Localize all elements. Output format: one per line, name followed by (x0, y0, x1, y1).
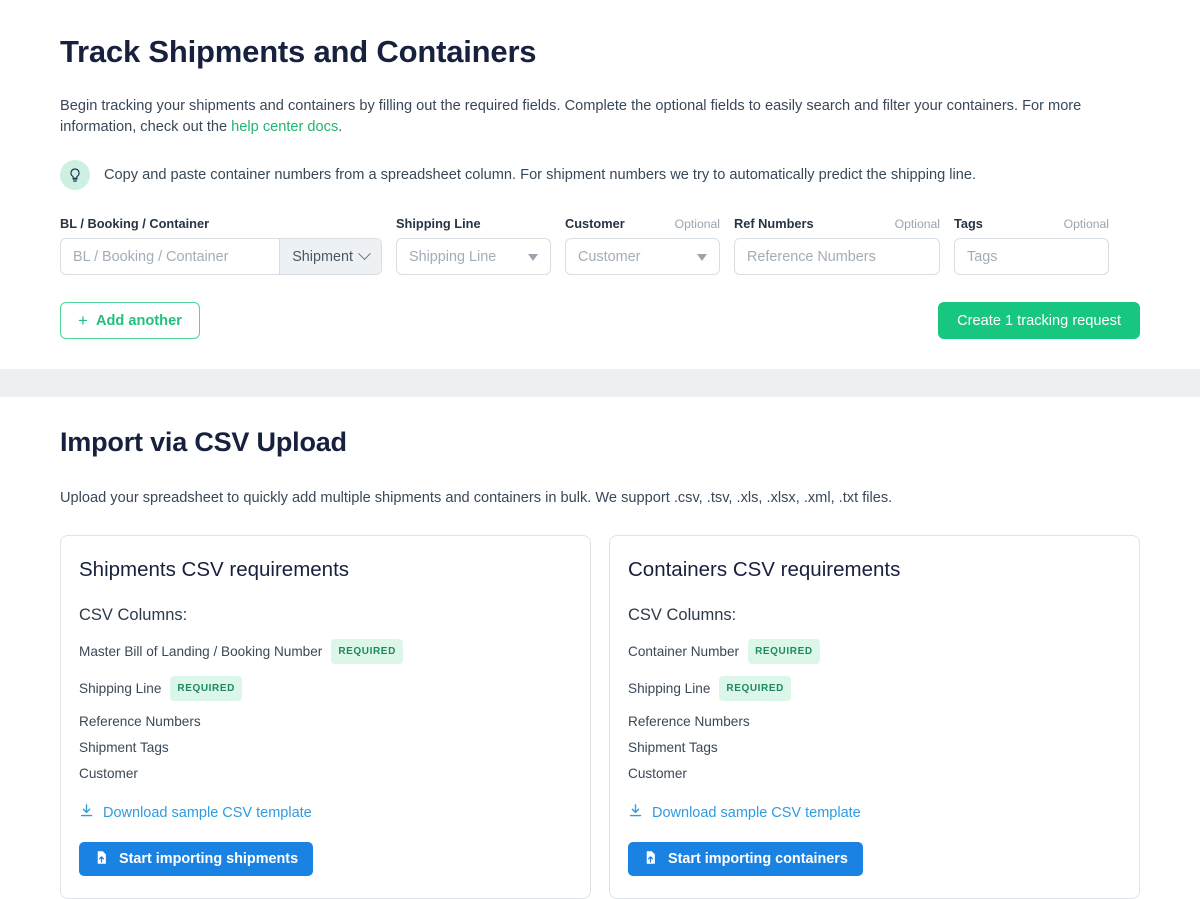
csv-section-subtitle: Upload your spreadsheet to quickly add m… (60, 490, 1140, 506)
shipping-line-select[interactable]: Shipping Line (396, 238, 551, 275)
field-label-row: Tags Optional (954, 216, 1109, 231)
intro-text-part2: . (338, 119, 342, 135)
column-name: Shipping Line (628, 680, 710, 697)
column-name: Shipment Tags (79, 739, 169, 756)
field-label: Shipping Line (396, 216, 481, 231)
list-item: Customer (79, 765, 572, 782)
tracking-form-row: BL / Booking / Container BL / Booking / … (60, 216, 1140, 275)
column-name: Customer (79, 765, 138, 782)
section-divider-band (0, 369, 1200, 397)
help-center-docs-link[interactable]: help center docs (231, 119, 338, 135)
column-name: Container Number (628, 643, 739, 660)
import-button-label: Start importing containers (668, 851, 848, 867)
list-item: Shipping Line REQUIRED (628, 676, 1121, 701)
required-badge: REQUIRED (331, 639, 403, 664)
download-sample-csv-link[interactable]: Download sample CSV template (79, 803, 312, 822)
download-icon (628, 803, 643, 822)
csv-upload-section: Import via CSV Upload Upload your spread… (0, 397, 1200, 899)
list-item: Shipping Line REQUIRED (79, 676, 572, 701)
field-label-row: Customer Optional (565, 216, 720, 231)
csv-requirement-cards: Shipments CSV requirements CSV Columns: … (60, 535, 1140, 899)
field-ref-numbers: Ref Numbers Optional Reference Numbers (734, 216, 940, 275)
download-sample-csv-link[interactable]: Download sample CSV template (628, 803, 861, 822)
optional-marker: Optional (1064, 217, 1109, 231)
column-name: Reference Numbers (628, 713, 750, 730)
add-another-button[interactable]: + Add another (60, 302, 200, 339)
select-arrow-icon (697, 254, 707, 261)
ref-numbers-input-group[interactable]: Reference Numbers (734, 238, 940, 275)
list-item: Reference Numbers (79, 713, 572, 730)
field-label: Ref Numbers (734, 216, 814, 231)
field-label-row: Shipping Line (396, 216, 551, 231)
card-title: Containers CSV requirements (628, 558, 1121, 582)
chevron-down-icon (358, 247, 371, 260)
field-label-row: BL / Booking / Container (60, 216, 382, 231)
create-tracking-request-button[interactable]: Create 1 tracking request (938, 302, 1140, 339)
download-icon (79, 803, 94, 822)
field-label-row: Ref Numbers Optional (734, 216, 940, 231)
customer-value: Customer (578, 249, 640, 265)
list-item: Reference Numbers (628, 713, 1121, 730)
intro-text-part1: Begin tracking your shipments and contai… (60, 98, 1081, 135)
optional-marker: Optional (675, 217, 720, 231)
column-name: Reference Numbers (79, 713, 201, 730)
ref-numbers-input[interactable]: Reference Numbers (735, 239, 939, 274)
import-button-label: Start importing shipments (119, 851, 298, 867)
required-badge: REQUIRED (170, 676, 242, 701)
file-upload-icon (643, 850, 658, 869)
tags-input-group[interactable]: Tags (954, 238, 1109, 275)
shipping-line-value: Shipping Line (409, 249, 496, 265)
field-label: BL / Booking / Container (60, 216, 209, 231)
field-label: Tags (954, 216, 983, 231)
column-name: Shipment Tags (628, 739, 718, 756)
download-link-label: Download sample CSV template (652, 805, 861, 821)
list-item: Master Bill of Landing / Booking Number … (79, 639, 572, 664)
select-arrow-icon (528, 254, 538, 261)
track-shipments-section: Track Shipments and Containers Begin tra… (0, 0, 1200, 369)
page-title: Track Shipments and Containers (60, 34, 1140, 70)
file-upload-icon (94, 850, 109, 869)
list-item: Customer (628, 765, 1121, 782)
field-bl-booking-container: BL / Booking / Container BL / Booking / … (60, 216, 382, 275)
shipments-csv-card: Shipments CSV requirements CSV Columns: … (60, 535, 591, 899)
add-another-label: Add another (96, 313, 182, 329)
start-importing-containers-button[interactable]: Start importing containers (628, 842, 863, 876)
optional-marker: Optional (895, 217, 940, 231)
list-item: Shipment Tags (628, 739, 1121, 756)
csv-section-title: Import via CSV Upload (60, 427, 1140, 458)
required-badge: REQUIRED (719, 676, 791, 701)
list-item: Shipment Tags (79, 739, 572, 756)
bl-input[interactable]: BL / Booking / Container (61, 239, 279, 274)
tip-banner: Copy and paste container numbers from a … (60, 160, 1140, 190)
field-tags: Tags Optional Tags (954, 216, 1109, 275)
field-shipping-line: Shipping Line Shipping Line (396, 216, 551, 275)
customer-select[interactable]: Customer (565, 238, 720, 275)
start-importing-shipments-button[interactable]: Start importing shipments (79, 842, 313, 876)
shipment-type-dropdown[interactable]: Shipment (279, 239, 381, 274)
bl-input-group[interactable]: BL / Booking / Container Shipment (60, 238, 382, 275)
tip-text: Copy and paste container numbers from a … (104, 165, 976, 185)
column-name: Customer (628, 765, 687, 782)
plus-icon: + (78, 312, 88, 329)
page-root: Track Shipments and Containers Begin tra… (0, 0, 1200, 899)
column-name: Shipping Line (79, 680, 161, 697)
containers-csv-card: Containers CSV requirements CSV Columns:… (609, 535, 1140, 899)
csv-columns-label: CSV Columns: (79, 606, 572, 625)
shipment-type-value: Shipment (292, 249, 353, 265)
column-name: Master Bill of Landing / Booking Number (79, 643, 322, 660)
list-item: Container Number REQUIRED (628, 639, 1121, 664)
download-link-label: Download sample CSV template (103, 805, 312, 821)
lightbulb-icon (60, 160, 90, 190)
tags-input[interactable]: Tags (955, 239, 1108, 274)
form-actions-row: + Add another Create 1 tracking request (60, 302, 1140, 339)
csv-columns-label: CSV Columns: (628, 606, 1121, 625)
card-title: Shipments CSV requirements (79, 558, 572, 582)
required-badge: REQUIRED (748, 639, 820, 664)
field-label: Customer (565, 216, 625, 231)
intro-paragraph: Begin tracking your shipments and contai… (60, 96, 1140, 138)
field-customer: Customer Optional Customer (565, 216, 720, 275)
